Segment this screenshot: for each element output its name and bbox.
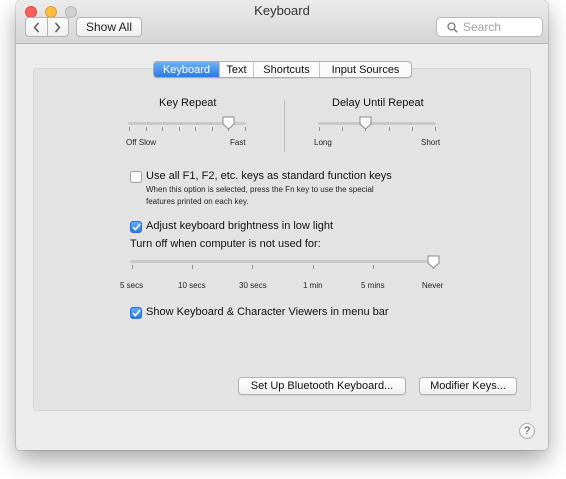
- function-keys-label[interactable]: Use all F1, F2, etc. keys as standard fu…: [146, 170, 392, 182]
- turn-off-option-10-secs: 10 secs: [178, 281, 206, 290]
- turn-off-option-5-secs: 5 secs: [120, 281, 144, 290]
- show-viewers-label[interactable]: Show Keyboard & Character Viewers in men…: [146, 306, 389, 318]
- delay-until-repeat-max-label: Short: [421, 138, 441, 147]
- tab-text[interactable]: Text: [219, 62, 253, 77]
- turn-off-track: [130, 260, 438, 263]
- turn-off-option-5-mins: 5 mins: [361, 281, 385, 290]
- tab-bar: Keyboard Text Shortcuts Input Sources: [153, 61, 412, 78]
- help-button[interactable]: ?: [519, 423, 535, 439]
- slider-divider: [284, 100, 285, 152]
- key-repeat-label: Key Repeat: [159, 97, 217, 109]
- key-repeat-thumb[interactable]: [222, 116, 235, 130]
- key-repeat-tick: [212, 127, 213, 131]
- function-keys-description-line2: features printed on each key.: [146, 197, 249, 206]
- delay-until-repeat-tick: [412, 127, 413, 131]
- turn-off-label: Turn off when computer is not used for:: [130, 238, 321, 250]
- tab-keyboard[interactable]: Keyboard: [154, 62, 219, 77]
- delay-until-repeat-label: Delay Until Repeat: [332, 97, 424, 109]
- turn-off-option-1-min: 1 min: [303, 281, 323, 290]
- key-repeat-tick: [195, 127, 196, 131]
- key-repeat-tick: [162, 127, 163, 131]
- delay-until-repeat-tick: [319, 127, 320, 131]
- back-button[interactable]: [26, 18, 47, 36]
- keyboard-brightness-label[interactable]: Adjust keyboard brightness in low light: [146, 220, 333, 232]
- turn-off-tick: [132, 265, 133, 269]
- delay-until-repeat-min-label: Long: [314, 138, 332, 147]
- turn-off-tick: [373, 265, 374, 269]
- navigation-segment: [25, 17, 69, 37]
- delay-until-repeat-tick: [435, 127, 436, 131]
- forward-button[interactable]: [46, 18, 69, 36]
- delay-until-repeat-tick: [389, 127, 390, 131]
- key-repeat-min-label: Off Slow: [126, 138, 157, 147]
- turn-off-tick: [252, 265, 253, 269]
- delay-until-repeat-thumb[interactable]: [359, 116, 372, 130]
- keyboard-preferences-window: Keyboard Show All Keyboard Text Shortcut…: [16, 0, 548, 450]
- key-repeat-tick: [245, 127, 246, 131]
- key-repeat-tick: [129, 127, 130, 131]
- turn-off-tick: [192, 265, 193, 269]
- chevron-right-icon: [55, 22, 61, 32]
- search-field[interactable]: [436, 17, 543, 37]
- show-all-button[interactable]: Show All: [76, 17, 142, 37]
- tab-shortcuts[interactable]: Shortcuts: [253, 62, 319, 77]
- search-input[interactable]: [463, 20, 533, 34]
- tab-input-sources[interactable]: Input Sources: [319, 62, 411, 77]
- checkmark-icon: [131, 309, 141, 317]
- title-bar: Keyboard Show All: [16, 0, 548, 44]
- checkmark-icon: [131, 223, 141, 231]
- key-repeat-max-label: Fast: [230, 138, 246, 147]
- show-viewers-checkbox[interactable]: [130, 307, 142, 319]
- delay-until-repeat-tick: [342, 127, 343, 131]
- modifier-keys-button[interactable]: Modifier Keys...: [419, 377, 517, 395]
- chevron-left-icon: [33, 22, 39, 32]
- turn-off-thumb[interactable]: [427, 255, 440, 269]
- turn-off-tick: [313, 265, 314, 269]
- key-repeat-tick: [179, 127, 180, 131]
- function-keys-checkbox[interactable]: [130, 171, 142, 183]
- search-icon: [447, 21, 458, 33]
- turn-off-option-never: Never: [422, 281, 444, 290]
- delay-until-repeat-track: [318, 122, 436, 125]
- set-up-bluetooth-keyboard-button[interactable]: Set Up Bluetooth Keyboard...: [238, 377, 406, 395]
- keyboard-brightness-checkbox[interactable]: [130, 221, 142, 233]
- turn-off-option-30-secs: 30 secs: [239, 281, 267, 290]
- window-title: Keyboard: [254, 3, 310, 18]
- key-repeat-tick: [146, 127, 147, 131]
- function-keys-description-line1: When this option is selected, press the …: [146, 185, 374, 194]
